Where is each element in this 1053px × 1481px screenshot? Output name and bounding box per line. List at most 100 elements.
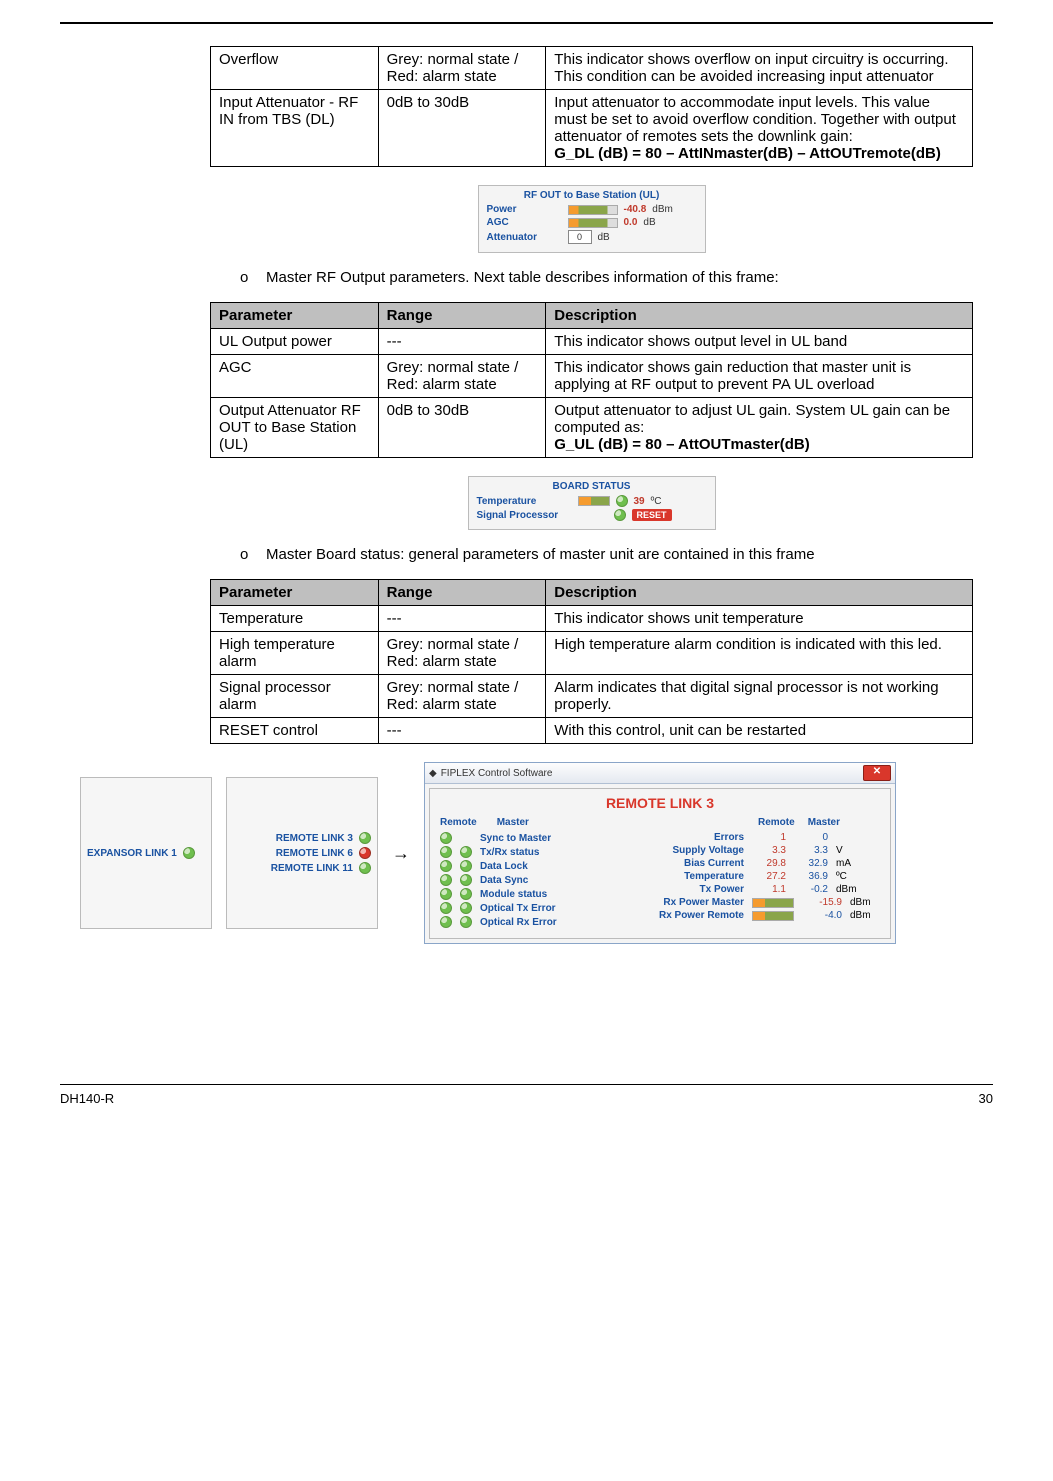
bar-icon: [752, 911, 794, 921]
reading-remote-value: 1.1: [752, 884, 786, 895]
app-icon: ◆: [429, 768, 437, 779]
reading-unit: V: [836, 845, 862, 856]
reading-label: Rx Power Master: [654, 897, 744, 908]
agc-bar-icon: [568, 218, 618, 228]
reading-master-value: -0.2: [794, 884, 828, 895]
remote-link-label: REMOTE LINK 6: [233, 848, 353, 859]
cell-desc: This indicator shows overflow on input c…: [546, 47, 973, 90]
window-title: FIPLEX Control Software: [441, 768, 553, 779]
desc-formula: G_UL (dB) = 80 – AttOUTmaster(dB): [554, 436, 809, 453]
bullet-text: Master RF Output parameters. Next table …: [266, 269, 973, 286]
cell-range: ---: [378, 718, 546, 744]
reading-label: Rx Power Remote: [654, 910, 744, 921]
table-row: Overflow Grey: normal state / Red: alarm…: [211, 47, 973, 90]
signal-processor-led-icon: [614, 509, 626, 521]
bullet-item: o Master Board status: general parameter…: [240, 546, 973, 563]
cell-param: High temperature alarm: [211, 632, 379, 675]
header-range: Range: [378, 303, 546, 329]
remote-links-box: REMOTE LINK 3 REMOTE LINK 6 REMOTE LINK …: [226, 777, 378, 929]
remote-led-icon: [440, 902, 452, 914]
status-label: Tx/Rx status: [480, 847, 630, 858]
header-parameter: Parameter: [211, 580, 379, 606]
table-row: UL Output power --- This indicator shows…: [211, 329, 973, 355]
master-led-icon: [460, 846, 472, 858]
cell-range: Grey: normal state / Red: alarm state: [378, 675, 546, 718]
cell-desc: Output attenuator to adjust UL gain. Sys…: [546, 398, 973, 458]
col-header-master: Master: [806, 817, 840, 828]
reading-unit: dBm: [850, 897, 876, 908]
table-row: High temperature alarm Grey: normal stat…: [211, 632, 973, 675]
table-row: Input Attenuator - RF IN from TBS (DL) 0…: [211, 90, 973, 167]
status-label: Optical Rx Error: [480, 917, 630, 928]
master-led-icon: [460, 860, 472, 872]
reading-label: Temperature: [654, 871, 744, 882]
expansor-box: EXPANSOR LINK 1: [80, 777, 212, 929]
header-description: Description: [546, 303, 973, 329]
reading-row: Rx Power Master -15.9 dBm: [654, 897, 880, 908]
cell-desc: This indicator shows output level in UL …: [546, 329, 973, 355]
cell-range: 0dB to 30dB: [378, 90, 546, 167]
status-row: Data Lock: [440, 860, 630, 872]
power-label: Power: [487, 204, 562, 215]
desc-text: Input attenuator to accommodate input le…: [554, 94, 956, 145]
remote-led-icon: [440, 832, 452, 844]
reading-row: Rx Power Remote -4.0 dBm: [654, 910, 880, 921]
reading-label: Tx Power: [654, 884, 744, 895]
reading-label: Errors: [654, 832, 744, 843]
page-footer: DH140-R 30: [60, 1084, 993, 1106]
cell-param: Output Attenuator RF OUT to Base Station…: [211, 398, 379, 458]
status-row: Optical Tx Error: [440, 902, 630, 914]
remote-link-row[interactable]: REMOTE LINK 6: [233, 847, 371, 859]
status-leds-column: Remote Master Sync to MasterTx/Rx status…: [440, 817, 630, 930]
table-row: AGC Grey: normal state / Red: alarm stat…: [211, 355, 973, 398]
bullet-text: Master Board status: general parameters …: [266, 546, 973, 563]
temperature-value: 39: [634, 496, 645, 507]
panel-rf-out-ul: RF OUT to Base Station (UL) Power -40.8 …: [478, 185, 706, 253]
status-row: Sync to Master: [440, 832, 630, 844]
reading-row: Temperature27.236.9ºC: [654, 871, 880, 882]
reading-master-value: 32.9: [794, 858, 828, 869]
reading-row: Tx Power1.1-0.2dBm: [654, 884, 880, 895]
page-title: REMOTE LINK 3: [440, 795, 880, 811]
remote-link-window: ◆ FIPLEX Control Software ✕ REMOTE LINK …: [424, 762, 896, 944]
remote-link-row[interactable]: REMOTE LINK 3: [233, 832, 371, 844]
reading-unit: dBm: [850, 910, 876, 921]
attenuator-input[interactable]: 0: [568, 230, 592, 244]
attenuator-unit: dB: [598, 232, 610, 243]
cell-param: UL Output power: [211, 329, 379, 355]
reading-label: Bias Current: [654, 858, 744, 869]
reset-button[interactable]: RESET: [632, 509, 672, 521]
reading-remote-value: 29.8: [752, 858, 786, 869]
status-led-icon: [359, 832, 371, 844]
agc-label: AGC: [487, 217, 562, 228]
status-led-icon: [359, 847, 371, 859]
status-led-icon: [359, 862, 371, 874]
remote-link-label: REMOTE LINK 3: [233, 833, 353, 844]
reading-row: Errors10: [654, 832, 880, 843]
cell-param: Signal processor alarm: [211, 675, 379, 718]
header-parameter: Parameter: [211, 303, 379, 329]
cell-param: AGC: [211, 355, 379, 398]
close-button[interactable]: ✕: [863, 765, 891, 781]
remote-led-icon: [440, 888, 452, 900]
table-board-status: Parameter Range Description Temperature …: [210, 579, 973, 744]
panel-board-status: BOARD STATUS Temperature 39 ºC Signal Pr…: [468, 476, 716, 530]
remote-link-label: REMOTE LINK 11: [233, 863, 353, 874]
table-rf-output: Parameter Range Description UL Output po…: [210, 302, 973, 458]
table-row: Signal processor alarm Grey: normal stat…: [211, 675, 973, 718]
table-row: Output Attenuator RF OUT to Base Station…: [211, 398, 973, 458]
agc-value: 0.0: [624, 217, 638, 228]
arrow-right-icon: →: [392, 843, 410, 864]
remote-led-icon: [440, 846, 452, 858]
reading-label: Supply Voltage: [654, 845, 744, 856]
expansor-led-icon: [183, 847, 195, 859]
cell-desc: Input attenuator to accommodate input le…: [546, 90, 973, 167]
reading-master-value: 0: [794, 832, 828, 843]
remote-link-row[interactable]: REMOTE LINK 11: [233, 862, 371, 874]
status-row: Data Sync: [440, 874, 630, 886]
status-label: Data Sync: [480, 875, 630, 886]
table-header-row: Parameter Range Description: [211, 303, 973, 329]
cell-range: Grey: normal state / Red: alarm state: [378, 355, 546, 398]
master-led-icon: [460, 888, 472, 900]
link-flow-diagram: EXPANSOR LINK 1 REMOTE LINK 3 REMOTE LIN…: [80, 762, 973, 944]
